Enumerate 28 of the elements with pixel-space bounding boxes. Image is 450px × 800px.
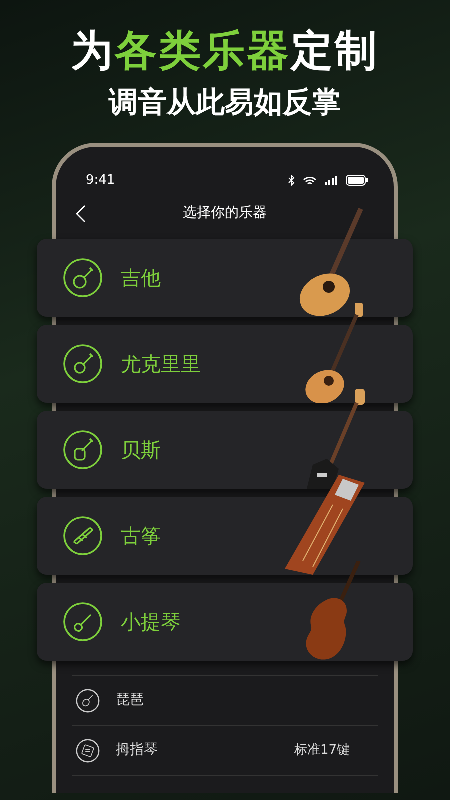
card-background[interactable]	[37, 239, 413, 317]
headline: 为各类乐器定制	[70, 25, 380, 72]
instrument-icon	[63, 344, 103, 384]
subtitle: 调音从此易如反掌	[108, 88, 342, 117]
instrument-name[interactable]: 贝斯	[121, 435, 161, 465]
instrument-icon	[76, 688, 100, 712]
instrument-option[interactable]: 标准17键	[294, 740, 350, 760]
card-background[interactable]	[37, 411, 413, 489]
instrument-name[interactable]: 拇指琴	[116, 740, 158, 761]
instrument-icon	[63, 258, 103, 298]
instrument-name[interactable]: 古筝	[121, 521, 161, 551]
page-title: 选择你的乐器	[183, 204, 267, 222]
instrument-icon	[63, 430, 103, 470]
wifi-icon	[303, 176, 317, 186]
instrument-name[interactable]: 琵琶	[116, 690, 144, 711]
battery-icon	[346, 175, 368, 186]
card-background[interactable]	[37, 497, 413, 575]
instrument-name[interactable]: 吉他	[121, 263, 161, 293]
status-time: 9:41	[86, 172, 116, 190]
instrument-name[interactable]: 小提琴	[121, 607, 181, 637]
instrument-icon	[63, 516, 103, 556]
instrument-icon	[63, 602, 103, 642]
card-background[interactable]	[37, 325, 413, 403]
instrument-name[interactable]: 尤克里里	[121, 349, 201, 379]
bluetooth-icon	[288, 175, 295, 186]
instrument-icon	[76, 738, 100, 762]
back-icon[interactable]	[76, 205, 86, 223]
signal-icon	[325, 176, 338, 185]
